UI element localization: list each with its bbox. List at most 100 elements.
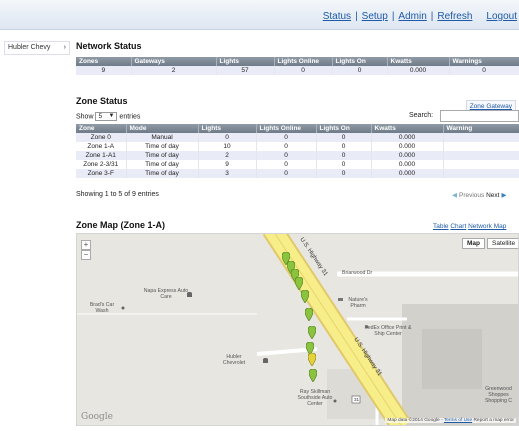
cell-gateways: 2	[131, 66, 217, 75]
cell-warning	[443, 169, 519, 178]
nav-separator: |	[430, 11, 434, 22]
top-navigation: Status | Setup | Admin | Refresh Logout	[323, 11, 517, 22]
terms-of-use-link[interactable]: Terms of Use	[444, 418, 472, 423]
table-row[interactable]: Zone 3-F Time of day 3 0 0 0.000	[76, 169, 519, 178]
nav-admin-link[interactable]: Admin	[398, 11, 426, 22]
sidebar-item-label: Hubler Chevy	[8, 44, 51, 51]
nav-status-link[interactable]: Status	[323, 11, 351, 22]
show-label: Show	[76, 113, 94, 121]
building-block	[422, 329, 482, 389]
next-button[interactable]: Next	[486, 192, 499, 199]
column-header[interactable]: Lights Online	[256, 124, 317, 133]
light-marker-icon[interactable]	[295, 277, 303, 290]
column-header[interactable]: Lights	[198, 124, 257, 133]
network-status-table: Zones Gateways Lights Lights Online Ligh…	[76, 57, 519, 75]
cell-lights-on: 0	[316, 151, 372, 160]
zone-map[interactable]: U.S. Highway 31 U.S. Highway 31 31 Briar…	[76, 233, 519, 426]
table-row[interactable]: Zone 2-3/31 Time of day 9 0 0 0.000	[76, 160, 519, 169]
place-dot-icon	[333, 399, 337, 403]
zoom-in-button[interactable]: +	[81, 240, 91, 250]
light-marker-icon[interactable]	[308, 326, 316, 339]
arrow-right-icon[interactable]: ▶	[501, 192, 506, 199]
cell-kwatts: 0.000	[371, 151, 444, 160]
nav-logout-link[interactable]: Logout	[486, 11, 517, 22]
column-header[interactable]: Gateways	[131, 57, 217, 66]
column-header[interactable]: Kwatts	[387, 57, 450, 66]
cell-lights: 10	[198, 142, 257, 151]
map-type-satellite-button[interactable]: Satellite	[487, 238, 518, 249]
cell-zones: 9	[76, 66, 132, 75]
cell-warning	[443, 133, 519, 142]
route-shield-label: 31	[354, 397, 360, 402]
cell-lights-on: 0	[316, 169, 372, 178]
column-header[interactable]: Warning	[443, 124, 519, 133]
table-view-link[interactable]: Table	[433, 223, 449, 230]
search-label: Search:	[409, 112, 434, 119]
nav-separator: |	[355, 11, 358, 22]
network-status-title: Network Status	[76, 41, 142, 51]
place-label: Napa Express Auto Care	[143, 288, 189, 300]
table-info: Showing 1 to 5 of 9 entries	[76, 191, 159, 198]
cell-lights-online: 0	[256, 151, 317, 160]
cell-zone: Zone 2-3/31	[76, 160, 127, 169]
place-dot-icon	[365, 325, 369, 329]
previous-button[interactable]: Previous	[459, 192, 484, 199]
light-marker-icon[interactable]	[308, 353, 316, 366]
light-marker-icon[interactable]	[309, 369, 317, 382]
nav-refresh-link[interactable]: Refresh	[437, 11, 472, 22]
cell-lights-online: 0	[256, 160, 317, 169]
column-header[interactable]: Zone	[76, 124, 127, 133]
cell-lights-on: 0	[316, 142, 372, 151]
place-label: Nature's Pharm	[348, 297, 368, 309]
table-row[interactable]: Zone 1-A1 Time of day 2 0 0 0.000	[76, 151, 519, 160]
cell-kwatts: 0.000	[371, 160, 444, 169]
light-marker-icon[interactable]	[301, 290, 309, 303]
column-header[interactable]: Lights	[216, 57, 275, 66]
cell-mode: Manual	[126, 133, 199, 142]
place-label: Ray Skillman Southside Auto Center	[297, 389, 333, 407]
pharmacy-icon	[338, 298, 343, 301]
cell-lights-online: 0	[256, 142, 317, 151]
column-header[interactable]: Lights On	[316, 124, 372, 133]
zoom-out-button[interactable]: −	[81, 250, 91, 260]
table-row[interactable]: Zone 1-A Time of day 10 0 0 0.000	[76, 142, 519, 151]
cell-lights-on: 0	[316, 133, 372, 142]
column-header[interactable]: Mode	[126, 124, 199, 133]
table-row[interactable]: Zone 0 Manual 0 0 0 0.000	[76, 133, 519, 142]
report-error-link[interactable]: Report a map error	[473, 418, 514, 423]
entries-select[interactable]: 5 ▼	[95, 112, 118, 121]
cell-kwatts: 0.000	[371, 142, 444, 151]
chevron-right-icon: ›	[63, 44, 66, 51]
cell-kwatts: 0.000	[371, 133, 444, 142]
cell-lights: 9	[198, 160, 257, 169]
nav-setup-link[interactable]: Setup	[362, 11, 388, 22]
network-map-link[interactable]: Network Map	[468, 223, 506, 230]
chart-view-link[interactable]: Chart	[450, 223, 466, 230]
street-label: Briarwood Dr	[342, 270, 373, 276]
column-header[interactable]: Lights Online	[274, 57, 333, 66]
cell-lights: 0	[198, 133, 257, 142]
map-type-map-button[interactable]: Map	[462, 238, 485, 249]
search-input[interactable]	[440, 110, 519, 122]
place-label: Greenwood Shoppes Shopping C	[484, 386, 513, 404]
cell-warnings: 0	[449, 66, 519, 75]
cell-zone: Zone 1-A	[76, 142, 127, 151]
nav-separator: |	[391, 11, 395, 22]
store-icon	[263, 358, 268, 363]
entries-length-control: Show 5 ▼ entries	[76, 112, 140, 121]
column-header[interactable]: Lights On	[332, 57, 388, 66]
map-data-credit: Map data ©2014 Google	[387, 418, 440, 423]
cell-lights: 57	[216, 66, 275, 75]
table-row: 9 2 57 0 0 0.000 0	[76, 66, 519, 75]
cell-warning	[443, 142, 519, 151]
google-logo: Google	[81, 412, 113, 422]
column-header[interactable]: Warnings	[449, 57, 519, 66]
sidebar-item-site[interactable]: Hubler Chevy ›	[4, 41, 70, 55]
column-header[interactable]: Zones	[76, 57, 132, 66]
column-header[interactable]: Kwatts	[371, 124, 444, 133]
arrow-left-icon[interactable]: ◀	[452, 192, 457, 199]
top-header-bar: Status | Setup | Admin | Refresh Logout	[0, 0, 519, 30]
entries-label: entries	[119, 113, 141, 121]
cell-mode: Time of day	[126, 160, 199, 169]
light-marker-icon[interactable]	[305, 308, 313, 321]
